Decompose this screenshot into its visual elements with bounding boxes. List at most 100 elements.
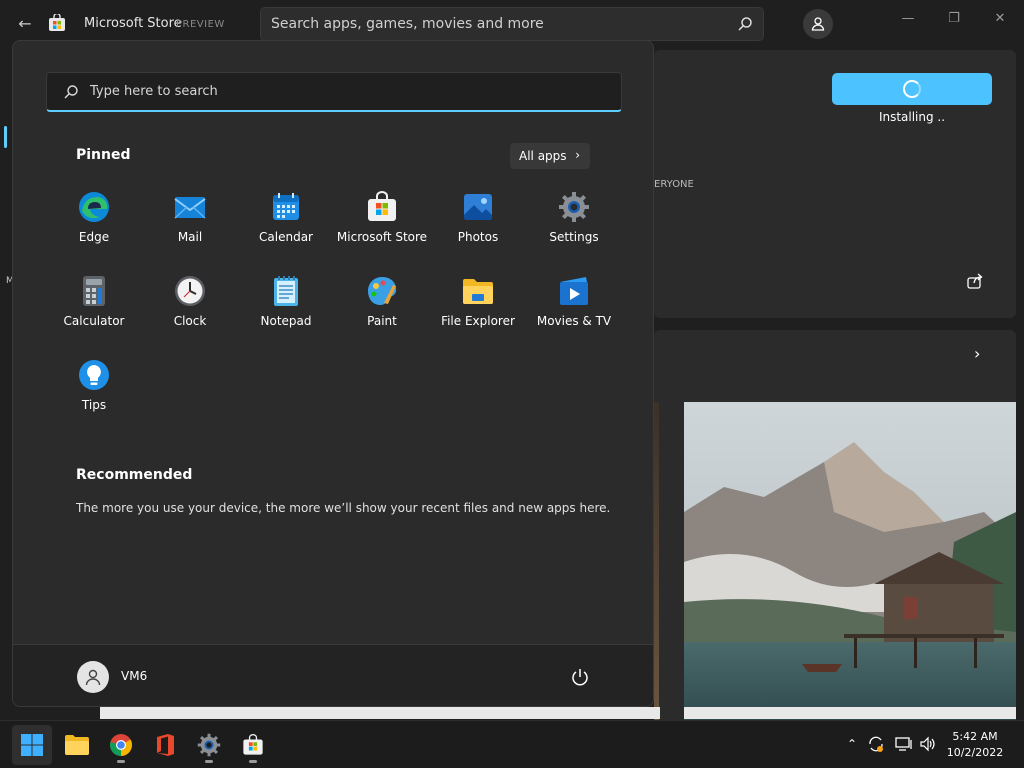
pinned-app-paint[interactable]: Paint: [334, 265, 430, 337]
pinned-app-tips[interactable]: Tips: [46, 349, 142, 421]
photos-icon: [464, 194, 492, 220]
calendar-icon: [273, 193, 299, 220]
preview-tag: PREVIEW: [176, 19, 225, 30]
tips-icon: [79, 360, 109, 390]
pinned-app-label: Notepad: [260, 314, 312, 328]
pinned-app-label: Photos: [457, 230, 499, 244]
chevron-right-icon: ›: [575, 148, 580, 162]
loading-spinner-icon: [903, 80, 921, 98]
store-sidebar: [0, 110, 12, 170]
pinned-app-label: Paint: [367, 314, 397, 328]
pinned-app-clock[interactable]: Clock: [142, 265, 238, 337]
pinned-app-label: Edge: [78, 230, 110, 244]
movies-icon: [560, 277, 588, 305]
paint-icon: [368, 277, 397, 305]
pinned-app-label: Clock: [173, 314, 207, 328]
pinned-app-calendar[interactable]: Calendar: [238, 181, 334, 253]
clock-date: 10/2/2022: [946, 746, 1004, 759]
install-button[interactable]: [832, 73, 992, 105]
running-indicator: [117, 760, 125, 763]
sync-icon[interactable]: [867, 735, 885, 753]
recommended-heading: Recommended: [76, 467, 193, 483]
screenshot-image[interactable]: [684, 402, 1016, 720]
settings-icon: [197, 733, 221, 757]
user-name[interactable]: VM6: [121, 669, 147, 683]
start-menu: Type here to search Pinned All apps › Ed…: [12, 40, 654, 707]
mountain-lake-image: [684, 402, 1016, 720]
volume-icon[interactable]: [919, 735, 937, 753]
sync-badge-icon: [869, 736, 883, 752]
notepad-icon: [274, 276, 298, 306]
store-search-placeholder: Search apps, games, movies and more: [271, 16, 544, 32]
running-indicator: [249, 760, 257, 763]
share-icon[interactable]: [966, 272, 984, 290]
screenshot-partial[interactable]: [654, 402, 659, 720]
power-icon[interactable]: [570, 667, 590, 687]
pinned-app-microsoft-store[interactable]: Microsoft Store: [334, 181, 430, 253]
pinned-app-label: Settings: [549, 230, 599, 244]
age-rating-text: ERYONE: [654, 179, 694, 190]
pinned-app-label: Calendar: [259, 230, 313, 244]
search-icon: [64, 85, 78, 99]
monitor-network-icon: [895, 737, 912, 751]
taskbar-microsoft-store[interactable]: [233, 725, 273, 765]
close-icon[interactable]: ✕: [990, 8, 1010, 28]
pinned-heading: Pinned: [76, 147, 131, 163]
all-apps-label: All apps: [519, 149, 567, 163]
pinned-app-file-explorer[interactable]: File Explorer: [430, 265, 526, 337]
thumbnail-strip: [100, 707, 660, 719]
account-icon[interactable]: [803, 9, 833, 39]
chrome-icon: [109, 734, 132, 756]
store-app-title: Microsoft Store: [84, 16, 182, 31]
chevron-up-icon[interactable]: ⌃: [843, 735, 861, 753]
search-icon[interactable]: [737, 16, 753, 32]
pinned-app-label: Movies & TV: [536, 314, 612, 328]
clock-icon: [175, 276, 205, 306]
person-icon: [811, 17, 825, 31]
store-icon: [368, 191, 396, 221]
store-search-box[interactable]: Search apps, games, movies and more: [260, 7, 764, 41]
pinned-app-label: Microsoft Store: [336, 230, 428, 244]
back-arrow-icon[interactable]: ←: [14, 12, 36, 34]
recommended-empty-text: The more you use your device, the more w…: [76, 501, 611, 515]
start-button[interactable]: [12, 725, 52, 765]
all-apps-button[interactable]: All apps ›: [510, 143, 590, 169]
taskbar-clock[interactable]: 5:42 AM 10/2/2022: [940, 729, 1010, 761]
store-icon: [243, 734, 263, 755]
pinned-app-edge[interactable]: Edge: [46, 181, 142, 253]
pinned-app-calculator[interactable]: Calculator: [46, 265, 142, 337]
folder-icon: [463, 279, 493, 304]
pinned-app-label: Tips: [81, 398, 107, 412]
settings-icon: [559, 192, 589, 222]
install-status: Installing ..: [878, 110, 946, 124]
pinned-app-label: Calculator: [63, 314, 125, 328]
calculator-icon: [83, 276, 105, 306]
office-icon: [157, 734, 174, 756]
clock-time: 5:42 AM: [952, 730, 998, 743]
person-icon: [85, 669, 101, 686]
pinned-app-label: Mail: [177, 230, 203, 244]
pinned-app-settings[interactable]: Settings: [526, 181, 622, 253]
chevron-right-icon[interactable]: ›: [974, 344, 992, 364]
edge-icon: [79, 192, 109, 222]
start-search-placeholder: Type here to search: [90, 84, 218, 99]
start-user-bar: VM6: [13, 644, 653, 706]
taskbar-settings[interactable]: [189, 725, 229, 765]
taskbar-office[interactable]: [145, 725, 185, 765]
pinned-app-mail[interactable]: Mail: [142, 181, 238, 253]
taskbar-chrome[interactable]: [101, 725, 141, 765]
pinned-app-label: File Explorer: [441, 314, 515, 328]
thumbnail-strip-right: [684, 707, 1016, 719]
pinned-app-notepad[interactable]: Notepad: [238, 265, 334, 337]
taskbar-file-explorer[interactable]: [57, 725, 97, 765]
pinned-app-photos[interactable]: Photos: [430, 181, 526, 253]
user-avatar[interactable]: [77, 661, 109, 693]
start-search-input[interactable]: Type here to search: [46, 72, 622, 112]
restore-icon[interactable]: ❐: [944, 8, 964, 28]
folder-icon: [65, 735, 89, 755]
store-logo-icon: [49, 14, 65, 31]
network-icon[interactable]: [895, 735, 913, 753]
pinned-app-movies-tv[interactable]: Movies & TV: [526, 265, 622, 337]
mail-icon: [174, 197, 206, 219]
minimize-icon[interactable]: —: [898, 8, 918, 28]
